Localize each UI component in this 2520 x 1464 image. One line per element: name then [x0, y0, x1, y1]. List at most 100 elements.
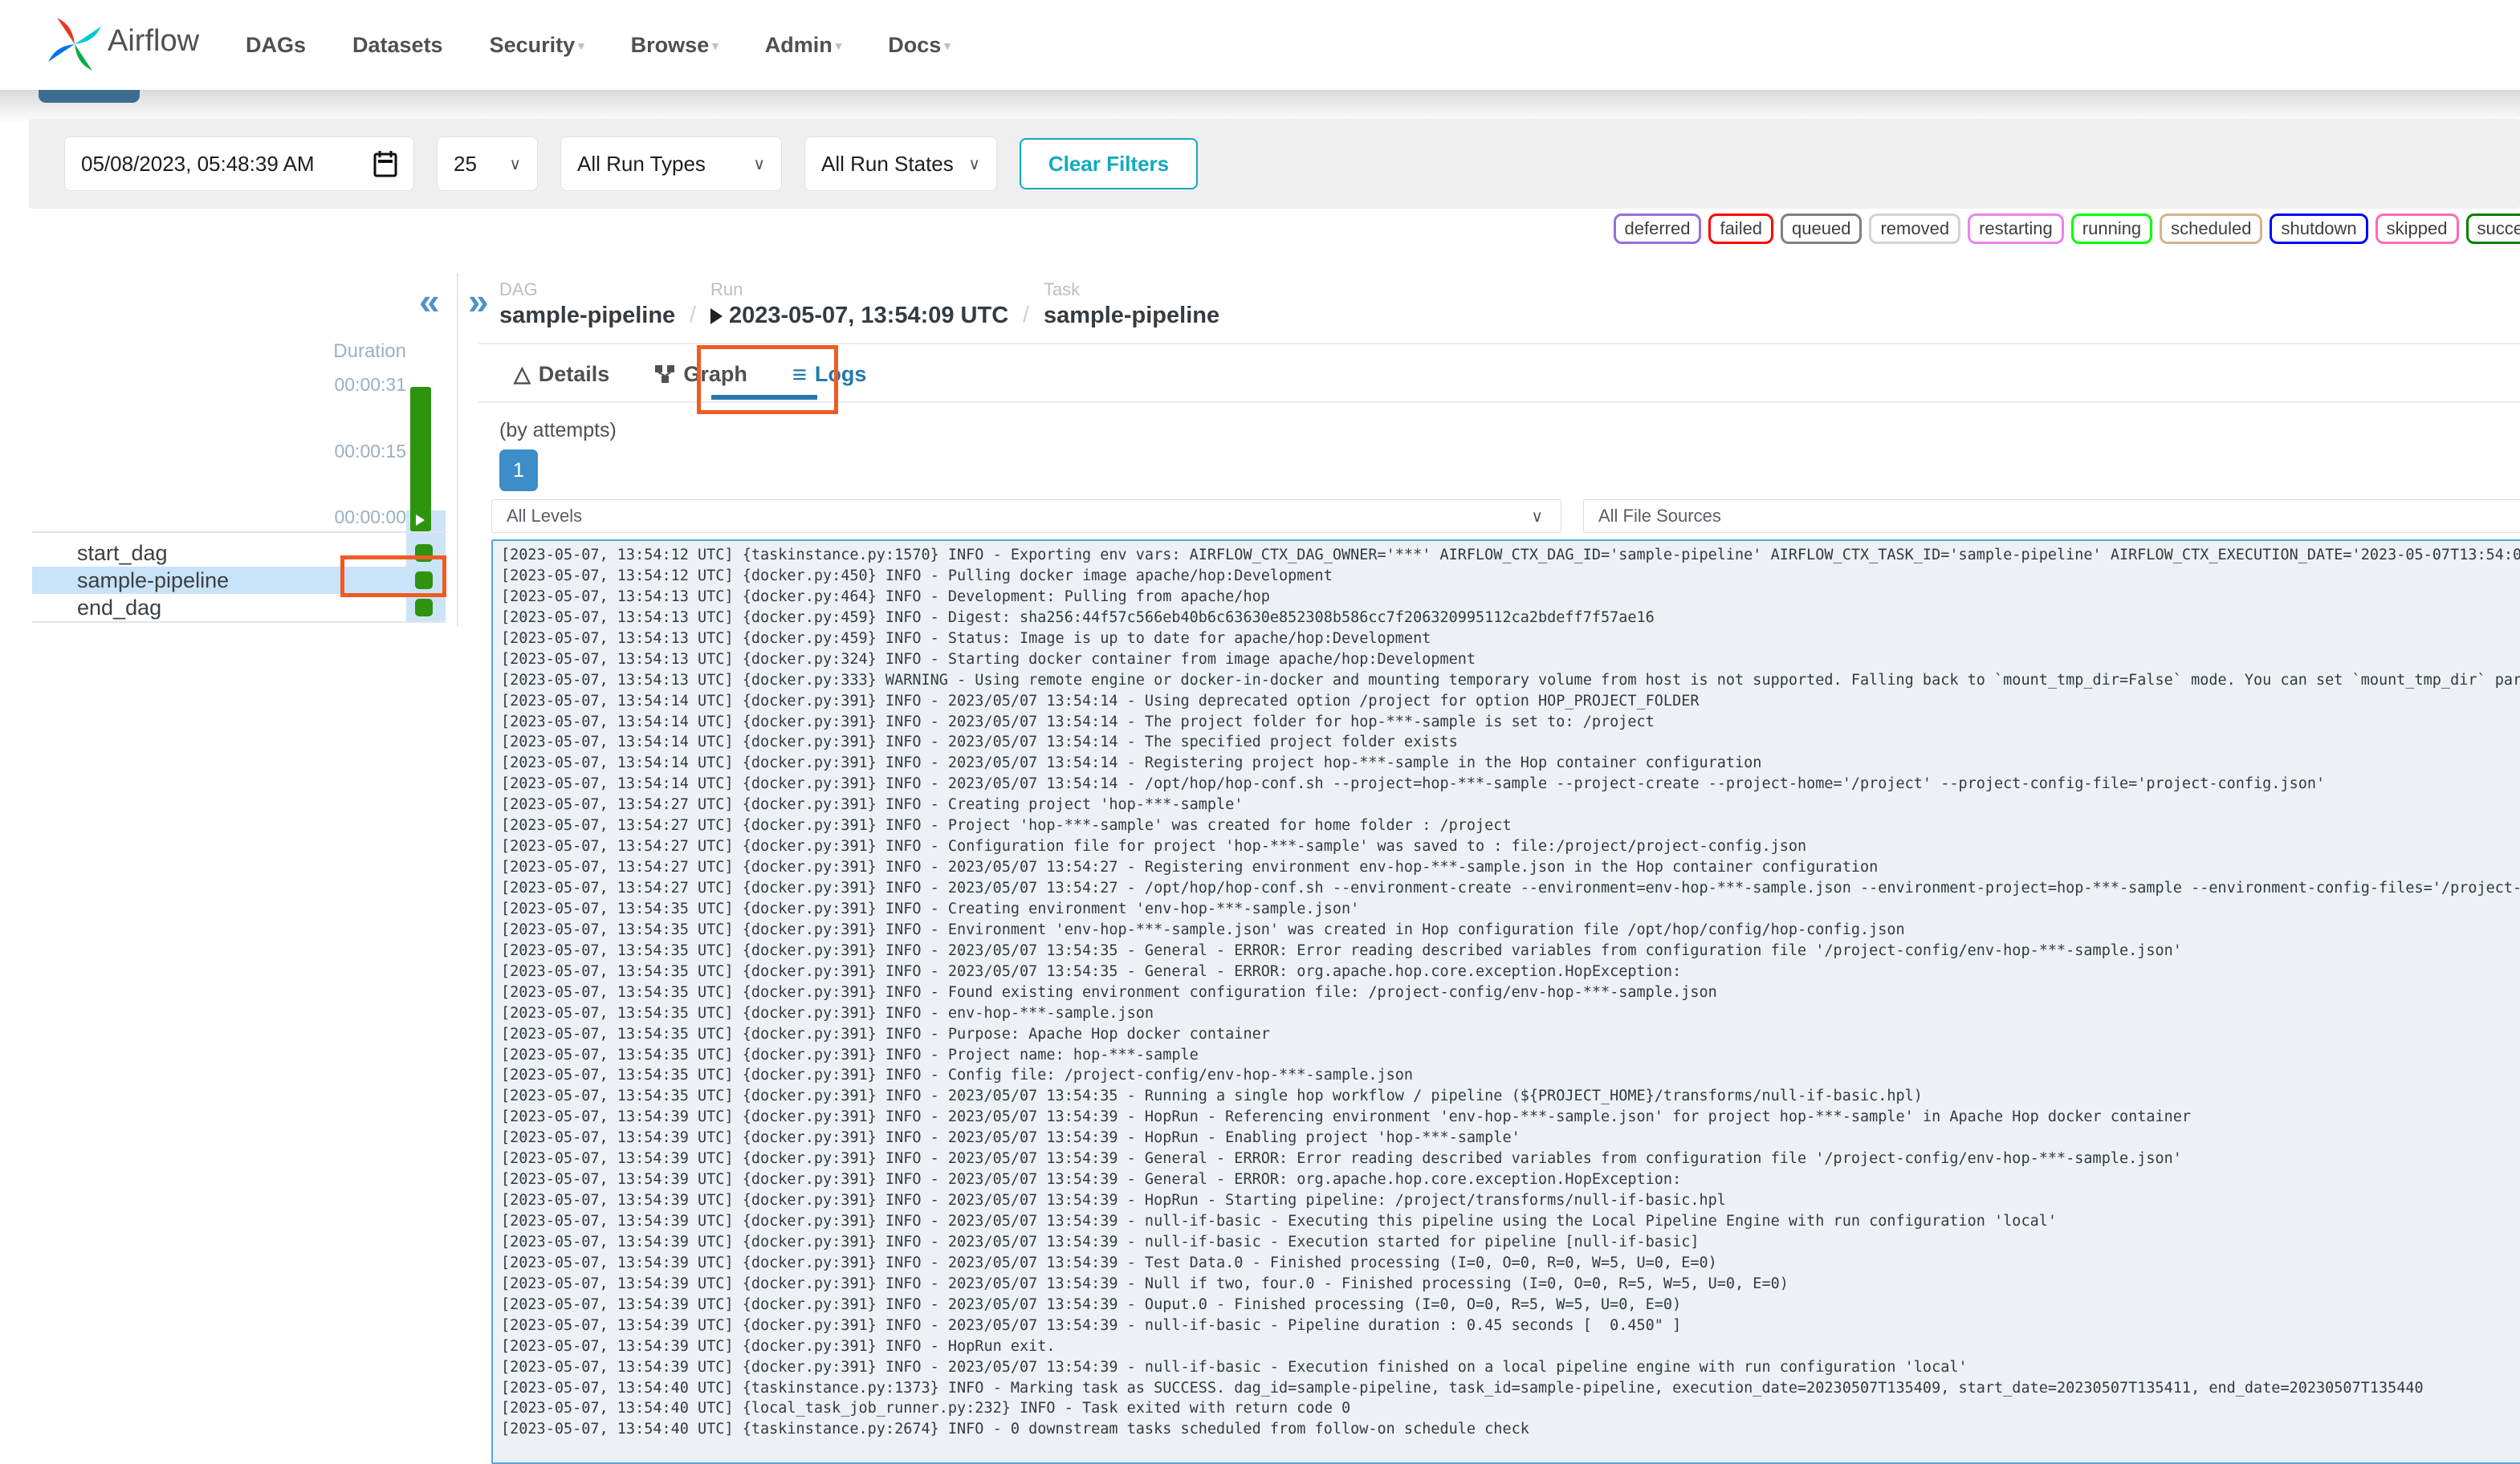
state-badge[interactable]: success: [2466, 214, 2520, 244]
nav-item[interactable]: Security▾: [490, 33, 584, 58]
log-line: [2023-05-07, 13:54:39 UTC] {docker.py:39…: [501, 1316, 2520, 1336]
collapse-grid-icon[interactable]: «: [419, 283, 440, 319]
log-line: [2023-05-07, 13:54:35 UTC] {docker.py:39…: [501, 962, 2520, 982]
log-line: [2023-05-07, 13:54:35 UTC] {docker.py:39…: [501, 920, 2520, 941]
log-level-value: All Levels: [507, 506, 582, 527]
run-states-select[interactable]: All Run States ∨: [804, 136, 997, 191]
log-line: [2023-05-07, 13:54:39 UTC] {docker.py:39…: [501, 1190, 2520, 1211]
task-value[interactable]: sample-pipeline: [1044, 303, 1219, 329]
log-line: [2023-05-07, 13:54:14 UTC] {docker.py:39…: [501, 732, 2520, 753]
base-date-value: 05/08/2023, 05:48:39 AM: [81, 152, 315, 177]
state-badge[interactable]: skipped: [2375, 214, 2459, 244]
task-name[interactable]: end_dag: [77, 596, 415, 620]
log-line: [2023-05-07, 13:54:27 UTC] {docker.py:39…: [501, 815, 2520, 836]
header-divider: [478, 343, 2520, 344]
nav-menu: DAGs▾ Datasets▾ Security▾ Browse▾ Admin▾ Docs…: [246, 0, 951, 90]
run-value[interactable]: 2023-05-07, 13:54:09 UTC: [710, 303, 1008, 329]
log-line: [2023-05-07, 13:54:13 UTC] {docker.py:46…: [501, 587, 2520, 608]
chevron-down-icon: ▾: [944, 39, 951, 53]
chevron-down-icon: ▾: [578, 39, 584, 53]
run-states-value: All Run States: [821, 152, 954, 177]
pane-splitter[interactable]: [457, 273, 458, 626]
tab-details[interactable]: △ Details: [514, 362, 609, 387]
run-duration-bar[interactable]: [410, 387, 431, 531]
state-badge[interactable]: failed: [1708, 214, 1773, 244]
run-types-value: All Run Types: [577, 152, 706, 177]
grid-divider: [32, 621, 446, 623]
log-line: [2023-05-07, 13:54:39 UTC] {docker.py:39…: [501, 1253, 2520, 1274]
graph-icon: [654, 364, 675, 384]
state-badge[interactable]: scheduled: [2160, 214, 2262, 244]
state-badge[interactable]: deferred: [1614, 214, 1702, 244]
log-line: [2023-05-07, 13:54:40 UTC] {local_task_j…: [501, 1398, 2520, 1419]
nav-item[interactable]: Admin▾: [765, 33, 842, 58]
dag-value[interactable]: sample-pipeline: [499, 303, 675, 329]
grid-divider: [32, 531, 446, 533]
airflow-logo-icon[interactable]: [47, 14, 103, 74]
duration-tick-label: 00:00:00: [334, 506, 406, 528]
base-date-input[interactable]: 05/08/2023, 05:48:39 AM: [64, 136, 414, 191]
run-types-select[interactable]: All Run Types ∨: [560, 136, 782, 191]
duration-tick-label: 00:00:31: [334, 374, 406, 396]
state-badge[interactable]: running: [2071, 214, 2152, 244]
nav-item[interactable]: Docs▾: [888, 33, 951, 58]
top-navbar: Airflow DAGs▾ Datasets▾ Security▾ Browse▾ Ad…: [0, 0, 2520, 90]
log-line: [2023-05-07, 13:54:12 UTC] {docker.py:45…: [501, 566, 2520, 587]
nav-shadow: [0, 90, 2520, 122]
log-line: [2023-05-07, 13:54:39 UTC] {docker.py:39…: [501, 1128, 2520, 1149]
duration-axis-ticks: 00:00:3100:00:1500:00:00: [241, 374, 406, 528]
state-badge[interactable]: removed: [1869, 214, 1960, 244]
file-sources-value: All File Sources: [1598, 506, 1721, 527]
attempt-1-tab[interactable]: 1: [499, 449, 538, 491]
log-line: [2023-05-07, 13:54:39 UTC] {docker.py:39…: [501, 1295, 2520, 1316]
log-line: [2023-05-07, 13:54:39 UTC] {docker.py:39…: [501, 1232, 2520, 1253]
log-line: [2023-05-07, 13:54:35 UTC] {docker.py:39…: [501, 941, 2520, 962]
annotation-rectangle-task-square: [340, 555, 446, 597]
page-size-select[interactable]: 25 ∨: [437, 136, 538, 191]
log-line: [2023-05-07, 13:54:14 UTC] {docker.py:39…: [501, 691, 2520, 712]
chevron-down-icon: ∨: [968, 154, 980, 174]
state-legend: deferredfailed queuedremoved restartingrun…: [1614, 214, 2520, 244]
log-line: [2023-05-07, 13:54:40 UTC] {taskinstance…: [501, 1378, 2520, 1399]
log-line: [2023-05-07, 13:54:13 UTC] {docker.py:45…: [501, 608, 2520, 628]
breadcrumb-dag: DAG sample-pipeline: [499, 279, 675, 329]
log-level-select[interactable]: All Levels ∨: [491, 499, 1561, 533]
nav-item[interactable]: DAGs▾: [246, 33, 306, 58]
log-line: [2023-05-07, 13:54:27 UTC] {docker.py:39…: [501, 878, 2520, 899]
task-instance-status-square[interactable]: [415, 599, 433, 616]
log-line: [2023-05-07, 13:54:14 UTC] {docker.py:39…: [501, 774, 2520, 795]
nav-item[interactable]: Datasets▾: [352, 33, 443, 58]
clear-filters-button[interactable]: Clear Filters: [1020, 138, 1198, 189]
chevron-down-icon: ▾: [836, 39, 842, 53]
log-output-panel[interactable]: [2023-05-07, 13:54:12 UTC] {taskinstance…: [491, 539, 2520, 1464]
task-row[interactable]: end_dag: [32, 594, 446, 621]
expand-details-icon[interactable]: »: [468, 283, 489, 319]
state-badge[interactable]: queued: [1781, 214, 1862, 244]
details-icon: △: [514, 364, 531, 385]
log-line: [2023-05-07, 13:54:39 UTC] {docker.py:39…: [501, 1107, 2520, 1128]
log-line: [2023-05-07, 13:54:14 UTC] {docker.py:39…: [501, 712, 2520, 733]
log-line: [2023-05-07, 13:54:14 UTC] {docker.py:39…: [501, 753, 2520, 774]
annotation-rectangle-logs-tab: [697, 345, 838, 414]
log-line: [2023-05-07, 13:54:35 UTC] {docker.py:39…: [501, 1003, 2520, 1024]
log-line: [2023-05-07, 13:54:35 UTC] {docker.py:39…: [501, 1045, 2520, 1066]
state-badge[interactable]: restarting: [1968, 214, 2064, 244]
chevron-down-icon: ∨: [509, 154, 521, 174]
log-line: [2023-05-07, 13:54:39 UTC] {docker.py:39…: [501, 1169, 2520, 1190]
run-label: Run: [710, 279, 1008, 300]
nav-item[interactable]: Browse▾: [631, 33, 719, 58]
log-line: [2023-05-07, 13:54:39 UTC] {docker.py:39…: [501, 1336, 2520, 1357]
calendar-icon[interactable]: [373, 150, 397, 177]
brand-title: Airflow: [108, 24, 199, 59]
chevron-down-icon: ∨: [1531, 506, 1543, 527]
breadcrumb-separator: /: [690, 302, 696, 329]
log-line: [2023-05-07, 13:54:35 UTC] {docker.py:39…: [501, 982, 2520, 1003]
file-sources-select[interactable]: All File Sources: [1583, 499, 2520, 533]
run-play-icon: [710, 308, 723, 324]
log-line: [2023-05-07, 13:54:12 UTC] {taskinstance…: [501, 545, 2520, 566]
log-line: [2023-05-07, 13:54:27 UTC] {docker.py:39…: [501, 795, 2520, 815]
duration-axis-label: Duration: [305, 340, 406, 363]
state-badge[interactable]: shutdown: [2270, 214, 2367, 244]
page-size-value: 25: [454, 152, 477, 177]
dag-label: DAG: [499, 279, 675, 300]
